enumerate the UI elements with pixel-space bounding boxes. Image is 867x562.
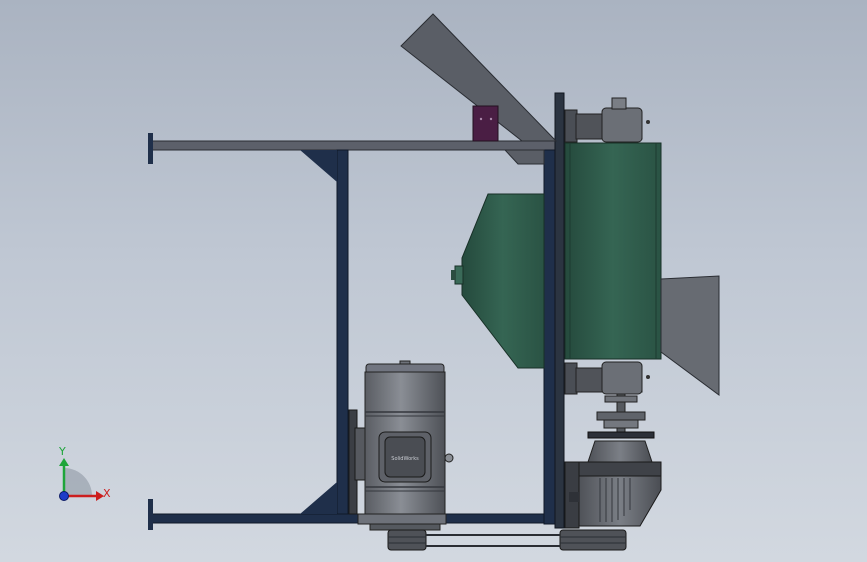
gear-reducer [564, 440, 662, 529]
electric-motor: SolidWorks [348, 360, 454, 531]
right-post [543, 149, 556, 525]
top-bearing-unit [564, 97, 650, 143]
top-rail [151, 140, 558, 151]
hopper-block [472, 105, 499, 142]
bottom-rail [151, 513, 558, 524]
axis-triad[interactable]: Y X [58, 445, 111, 501]
bottom-gusset [300, 482, 337, 514]
housing-box [564, 142, 662, 360]
top-rail-end-cap [148, 133, 153, 164]
x-axis-label: X [103, 487, 111, 500]
feed-cone [461, 193, 545, 369]
inlet-nozzle [454, 265, 464, 285]
belt-drive [387, 529, 627, 551]
cad-viewport[interactable]: SolidWorks Y X [0, 0, 867, 562]
bottom-rail-end-cap [148, 499, 153, 530]
lower-bearing-unit [564, 361, 650, 395]
top-gusset [300, 150, 337, 182]
discharge-chute [660, 275, 720, 396]
left-post [336, 149, 349, 515]
reducer-pulley [559, 529, 627, 551]
z-axis-origin-icon [59, 491, 69, 501]
y-axis-label: Y [58, 445, 66, 458]
motor-nameplate-text: SolidWorks [391, 456, 419, 462]
y-axis-arrow-icon [59, 458, 69, 466]
coupling-assembly [587, 393, 655, 439]
motor-pulley [387, 529, 427, 551]
mounting-plate [554, 92, 565, 529]
